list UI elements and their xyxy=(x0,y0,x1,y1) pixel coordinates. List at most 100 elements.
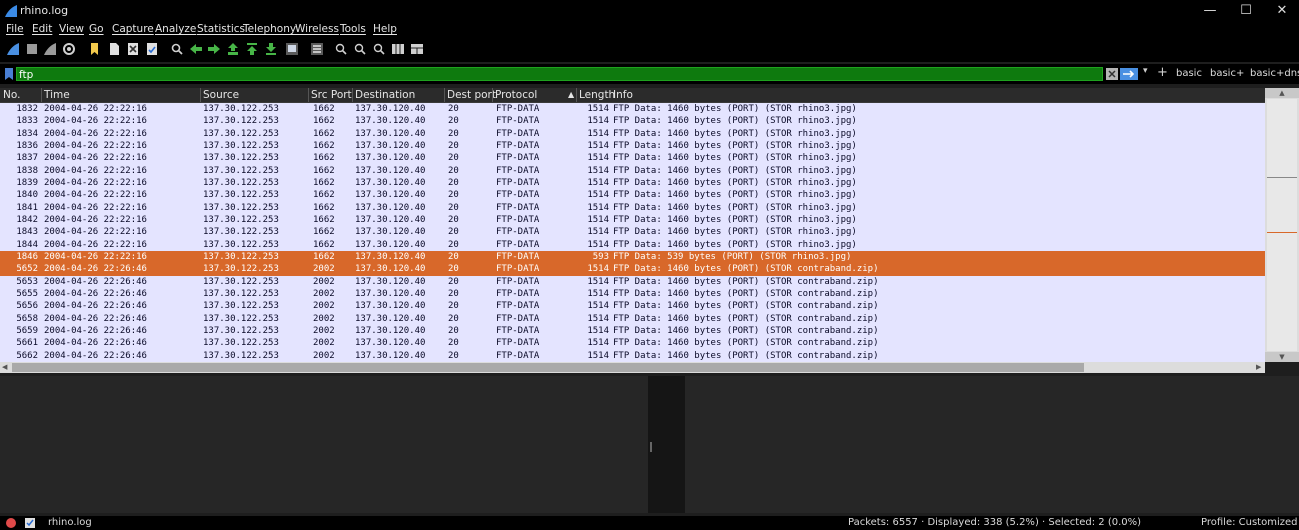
column-header-length[interactable]: Length xyxy=(579,89,615,101)
capture-comment-icon[interactable] xyxy=(24,517,36,529)
add-filter-button-icon[interactable]: + xyxy=(1157,65,1168,80)
restart-icon[interactable] xyxy=(43,42,57,56)
packet-row[interactable]: 5655 2004-04-26 22:26:46 137.30.122.253 200… xyxy=(0,287,1265,301)
resize-columns-icon[interactable] xyxy=(391,42,405,56)
shark-fin-icon[interactable] xyxy=(6,42,20,56)
scroll-left-arrow-icon[interactable]: ◀ xyxy=(2,362,7,373)
packet-row[interactable]: 5652 2004-04-26 22:26:46 137.30.122.253 200… xyxy=(0,263,1265,276)
zoom-in-icon[interactable] xyxy=(334,42,348,56)
file-icon[interactable] xyxy=(107,42,121,56)
cell-source: 137.30.122.253 xyxy=(203,264,279,275)
menu-view[interactable]: View xyxy=(59,23,84,35)
pane-splitter[interactable] xyxy=(648,376,685,513)
packet-row[interactable]: 1839 2004-04-26 22:22:16 137.30.122.253 166… xyxy=(0,176,1265,190)
packet-list-vertical-scrollbar[interactable]: ▲ ▼ xyxy=(1265,88,1299,362)
open-icon[interactable] xyxy=(88,42,102,56)
filter-button-basic[interactable]: basic xyxy=(1176,68,1202,79)
packet-row[interactable]: 5661 2004-04-26 22:26:46 137.30.122.253 200… xyxy=(0,337,1265,350)
maximize-button[interactable]: ☐ xyxy=(1228,2,1264,20)
packet-row[interactable]: 1843 2004-04-26 22:22:16 137.30.122.253 166… xyxy=(0,226,1265,239)
cell-length: 1514 xyxy=(587,264,609,275)
menu-go[interactable]: Go xyxy=(89,23,104,35)
horizontal-scroll-thumb[interactable] xyxy=(12,363,1084,372)
packet-bytes-pane[interactable] xyxy=(685,376,1299,513)
menu-file[interactable]: File xyxy=(6,23,24,35)
packet-row[interactable]: 1836 2004-04-26 22:22:16 137.30.122.253 166… xyxy=(0,139,1265,153)
column-header-no[interactable]: No. xyxy=(3,89,20,101)
packet-row[interactable]: 1840 2004-04-26 22:22:16 137.30.122.253 166… xyxy=(0,189,1265,202)
packet-row[interactable]: 1834 2004-04-26 22:22:16 137.30.122.253 166… xyxy=(0,127,1265,140)
cell-destination: 137.30.120.40 xyxy=(355,227,426,238)
goto-icon[interactable] xyxy=(226,42,240,56)
packet-row[interactable]: 5658 2004-04-26 22:26:46 137.30.122.253 200… xyxy=(0,312,1265,325)
cell-no: 5659 xyxy=(16,325,38,336)
menu-telephony[interactable]: Telephony xyxy=(243,23,296,35)
zoom-out-icon[interactable] xyxy=(353,42,367,56)
find-icon[interactable] xyxy=(170,42,184,56)
packet-row[interactable]: 1844 2004-04-26 22:22:16 137.30.122.253 166… xyxy=(0,238,1265,251)
clear-filter-icon[interactable] xyxy=(1106,68,1118,80)
filter-dropdown-icon[interactable]: ▾ xyxy=(1143,66,1148,76)
options-icon[interactable] xyxy=(62,42,76,56)
scroll-right-arrow-icon[interactable]: ▶ xyxy=(1256,362,1261,373)
packet-row[interactable]: 1837 2004-04-26 22:22:16 137.30.122.253 166… xyxy=(0,152,1265,165)
menu-wireless[interactable]: Wireless xyxy=(295,23,339,35)
filter-button-basic-plus[interactable]: basic+ xyxy=(1210,68,1244,79)
expert-info-icon[interactable] xyxy=(6,518,16,528)
column-header-protocol[interactable]: Protocol xyxy=(495,89,537,101)
menu-statistics[interactable]: Statistics xyxy=(197,23,245,35)
menu-analyze[interactable]: Analyze xyxy=(155,23,196,35)
scroll-up-arrow-icon[interactable]: ▲ xyxy=(1265,88,1299,98)
last-packet-icon[interactable] xyxy=(264,42,278,56)
menu-tools[interactable]: Tools xyxy=(340,23,366,35)
column-header-src-port[interactable]: Src Port xyxy=(311,89,352,101)
packet-row[interactable]: 5656 2004-04-26 22:26:46 137.30.122.253 200… xyxy=(0,300,1265,313)
packet-row[interactable]: 1842 2004-04-26 22:22:16 137.30.122.253 166… xyxy=(0,213,1265,227)
minimap[interactable] xyxy=(1267,99,1297,351)
menu-help[interactable]: Help xyxy=(373,23,397,35)
apply-filter-icon[interactable] xyxy=(1120,68,1138,80)
close-window-button[interactable]: ✕ xyxy=(1264,2,1299,20)
packet-row[interactable]: 5653 2004-04-26 22:26:46 137.30.122.253 200… xyxy=(0,275,1265,288)
bookmark-icon[interactable] xyxy=(4,67,14,81)
normal-size-icon[interactable] xyxy=(372,42,386,56)
display-filter-input[interactable]: ftp xyxy=(16,67,1103,81)
column-header-destination[interactable]: Destination xyxy=(355,89,415,101)
cell-protocol: FTP-DATA xyxy=(496,239,540,250)
stop-icon[interactable] xyxy=(25,42,39,56)
first-packet-icon[interactable] xyxy=(245,42,259,56)
layout-icon[interactable] xyxy=(410,42,424,56)
close-file-icon[interactable] xyxy=(126,42,140,56)
column-header-dest-port[interactable]: Dest port xyxy=(447,89,496,101)
status-profile[interactable]: Profile: Customized xyxy=(1201,517,1297,528)
cell-source: 137.30.122.253 xyxy=(203,239,279,250)
autoscroll-icon[interactable] xyxy=(285,42,299,56)
packet-row[interactable]: 5662 2004-04-26 22:26:46 137.30.122.253 200… xyxy=(0,349,1265,362)
cell-time: 2004-04-26 22:26:46 xyxy=(44,350,147,361)
column-header-info[interactable]: Info xyxy=(613,89,633,101)
minimize-button[interactable]: — xyxy=(1192,2,1228,20)
filter-button-basic-dns[interactable]: basic+dns xyxy=(1250,68,1299,79)
packet-row[interactable]: 1841 2004-04-26 22:22:16 137.30.122.253 166… xyxy=(0,201,1265,214)
cell-time: 2004-04-26 22:26:46 xyxy=(44,288,147,299)
packet-row[interactable]: 5659 2004-04-26 22:26:46 137.30.122.253 200… xyxy=(0,324,1265,338)
packet-list-horizontal-scrollbar[interactable]: ◀ ▶ xyxy=(0,362,1265,373)
packet-details-pane[interactable] xyxy=(0,376,648,513)
cell-protocol: FTP-DATA xyxy=(496,325,540,336)
packet-row[interactable]: 1833 2004-04-26 22:22:16 137.30.122.253 166… xyxy=(0,115,1265,128)
scroll-down-arrow-icon[interactable]: ▼ xyxy=(1265,352,1299,362)
window-title: rhino.log xyxy=(20,4,69,17)
reload-icon[interactable] xyxy=(145,42,159,56)
packet-row[interactable]: 1832 2004-04-26 22:22:16 137.30.122.253 166… xyxy=(0,103,1265,116)
forward-icon[interactable] xyxy=(207,42,221,56)
column-header-source[interactable]: Source xyxy=(203,89,239,101)
packet-row[interactable]: 1838 2004-04-26 22:22:16 137.30.122.253 166… xyxy=(0,164,1265,177)
column-header-time[interactable]: Time xyxy=(44,89,70,101)
cell-destination: 137.30.120.40 xyxy=(355,301,426,312)
back-icon[interactable] xyxy=(189,42,203,56)
colorize-icon[interactable] xyxy=(310,42,324,56)
menu-edit[interactable]: Edit xyxy=(32,23,52,35)
cell-no: 1834 xyxy=(16,128,38,139)
packet-row[interactable]: 1846 2004-04-26 22:22:16 137.30.122.253 166… xyxy=(0,250,1265,264)
menu-capture[interactable]: Capture xyxy=(112,23,154,35)
